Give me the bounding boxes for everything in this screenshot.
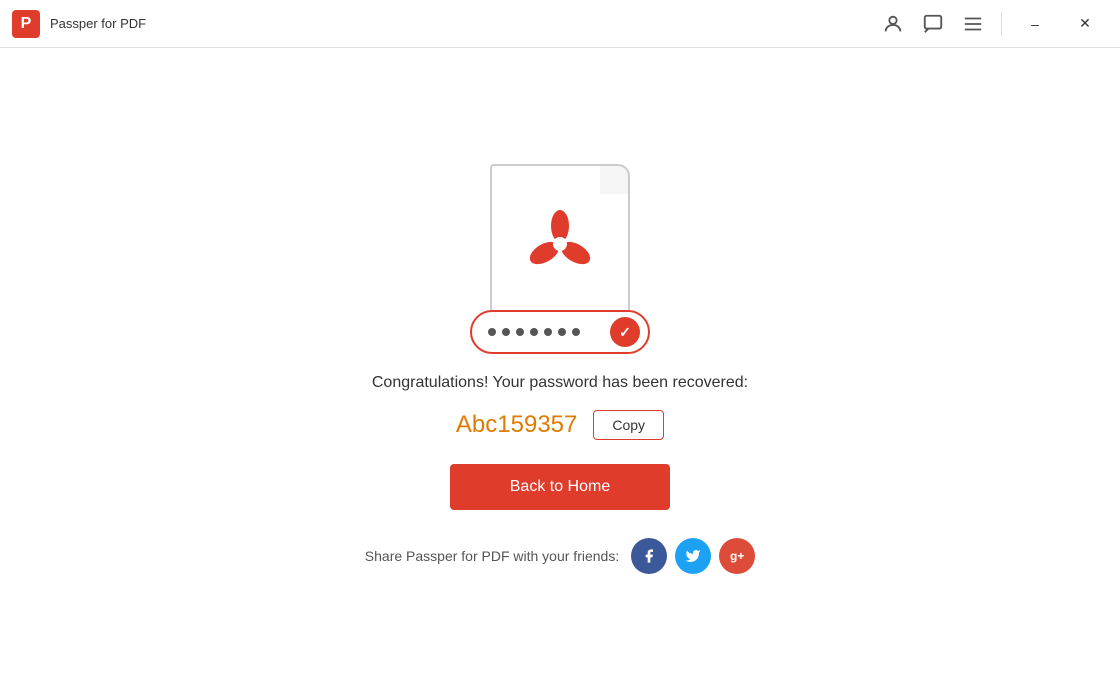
google-plus-button[interactable]: g+: [719, 538, 755, 574]
close-button[interactable]: ✕: [1062, 6, 1108, 42]
dot-4: [530, 328, 538, 336]
password-dots: [488, 328, 580, 336]
app-logo: P: [12, 10, 40, 38]
twitter-button[interactable]: [675, 538, 711, 574]
main-content: Congratulations! Your password has been …: [0, 48, 1120, 690]
dot-6: [558, 328, 566, 336]
congrats-message: Congratulations! Your password has been …: [372, 374, 748, 392]
app-title: Passper for PDF: [50, 16, 875, 31]
logo-letter: P: [21, 16, 32, 32]
check-icon: [610, 317, 640, 347]
social-icons: g+: [631, 538, 755, 574]
dot-1: [488, 328, 496, 336]
pdf-illustration: [480, 164, 640, 354]
dot-3: [516, 328, 524, 336]
dot-5: [544, 328, 552, 336]
title-bar: P Passper for PDF – ✕: [0, 0, 1120, 48]
password-bar: [470, 310, 650, 354]
titlebar-separator: [1001, 12, 1002, 36]
google-plus-label: g+: [730, 549, 744, 563]
acrobat-logo: [520, 204, 600, 284]
password-display: Abc159357 Copy: [456, 410, 664, 440]
back-home-button[interactable]: Back to Home: [450, 464, 670, 510]
account-icon[interactable]: [875, 6, 911, 42]
recovered-password: Abc159357: [456, 411, 577, 439]
dot-7: [572, 328, 580, 336]
copy-button[interactable]: Copy: [593, 410, 664, 440]
facebook-button[interactable]: [631, 538, 667, 574]
share-section: Share Passper for PDF with your friends:…: [365, 538, 755, 574]
window-controls: – ✕: [875, 6, 1108, 42]
share-text: Share Passper for PDF with your friends:: [365, 548, 619, 564]
dot-2: [502, 328, 510, 336]
pdf-document: [490, 164, 630, 324]
chat-icon[interactable]: [915, 6, 951, 42]
minimize-button[interactable]: –: [1012, 6, 1058, 42]
menu-icon[interactable]: [955, 6, 991, 42]
